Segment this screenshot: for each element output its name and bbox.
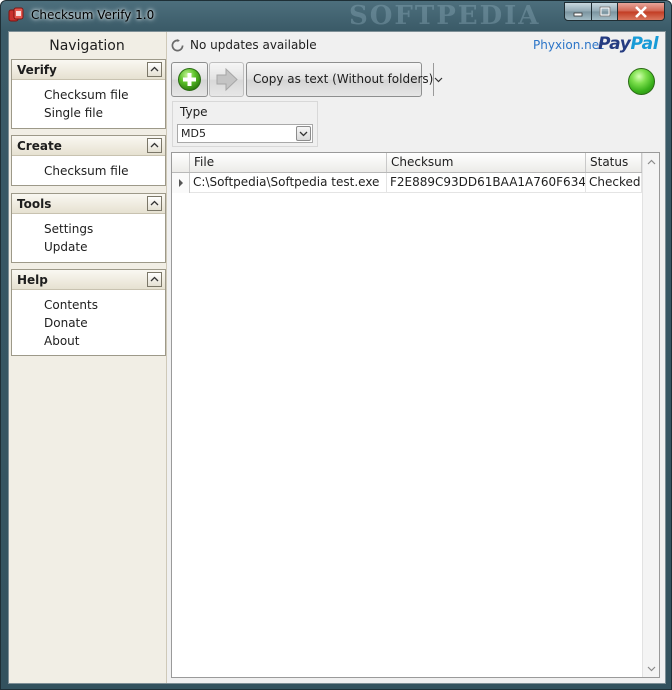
chevron-up-icon	[150, 276, 159, 282]
close-icon	[635, 5, 647, 18]
plus-circle-icon	[178, 68, 201, 91]
scroll-down-button[interactable]	[644, 661, 659, 676]
title-bar[interactable]: Checksum Verify 1.0 SOFTPEDIA	[1, 1, 671, 31]
collapse-button[interactable]	[147, 196, 162, 211]
watermark: SOFTPEDIA	[349, 1, 541, 31]
cell-status[interactable]: Checked	[586, 173, 642, 193]
vertical-scrollbar[interactable]	[642, 153, 659, 677]
nav-item-update[interactable]: Update	[44, 240, 87, 254]
grid-header: File Checksum Status	[172, 153, 642, 173]
nav-item-create-checksum-file[interactable]: Checksum file	[44, 164, 129, 178]
chevron-down-icon	[434, 77, 443, 82]
close-button[interactable]	[617, 2, 665, 21]
maximize-button[interactable]	[591, 2, 618, 21]
group-title: Tools	[17, 197, 52, 211]
column-header-file[interactable]: File	[190, 153, 387, 172]
checksum-grid: File Checksum Status C:\Softpedia\Softpe…	[171, 152, 660, 678]
add-button[interactable]	[171, 62, 208, 97]
group-header-create[interactable]: Create	[12, 136, 165, 156]
row-selector[interactable]	[172, 173, 190, 193]
chevron-down-icon	[299, 131, 308, 136]
main-panel: No updates available Phyxion.net PayPal …	[168, 32, 665, 683]
chevron-down-icon	[647, 666, 656, 671]
caret-right-icon	[178, 179, 183, 187]
group-create: Create Checksum file	[11, 135, 166, 186]
verify-go-button[interactable]	[209, 62, 244, 97]
navigation-title: Navigation	[49, 38, 125, 54]
navigation-panel: Navigation Verify Checksum file Single f…	[9, 32, 167, 683]
group-verify: Verify Checksum file Single file	[11, 59, 166, 129]
group-title: Help	[17, 273, 48, 287]
app-window: Checksum Verify 1.0 SOFTPEDIA Navigation…	[0, 0, 672, 690]
status-led-icon	[628, 68, 655, 95]
chevron-up-icon	[150, 142, 159, 148]
paypal-pay-text: Pay	[598, 34, 631, 54]
nav-item-verify-checksum-file[interactable]: Checksum file	[44, 88, 129, 102]
client-area: Navigation Verify Checksum file Single f…	[8, 31, 666, 684]
nav-item-verify-single-file[interactable]: Single file	[44, 106, 103, 120]
copy-as-text-button[interactable]: Copy as text (Without folders)	[246, 62, 443, 97]
cell-file[interactable]: C:\Softpedia\Softpedia test.exe	[190, 173, 387, 193]
collapse-button[interactable]	[147, 62, 162, 77]
nav-item-settings[interactable]: Settings	[44, 222, 93, 236]
chevron-up-icon	[150, 66, 159, 72]
arrow-right-icon	[216, 67, 238, 92]
phyxion-link[interactable]: Phyxion.net	[533, 38, 604, 52]
cell-checksum[interactable]: F2E889C93DD61BAA1A760F6347346…	[387, 173, 586, 193]
group-header-verify[interactable]: Verify	[12, 60, 165, 80]
minimize-button[interactable]	[564, 2, 592, 21]
group-tools: Tools Settings Update	[11, 193, 166, 263]
minimize-icon	[573, 12, 583, 16]
scroll-up-button[interactable]	[644, 154, 659, 169]
group-header-tools[interactable]: Tools	[12, 194, 165, 214]
nav-item-contents[interactable]: Contents	[44, 298, 98, 312]
type-group: Type MD5	[172, 101, 318, 147]
paypal-pal-text: Pal	[630, 34, 659, 54]
type-select[interactable]: MD5	[177, 124, 313, 143]
paypal-link[interactable]: PayPal	[598, 34, 659, 54]
chevron-up-icon	[647, 159, 656, 164]
column-header-checksum[interactable]: Checksum	[387, 153, 586, 172]
nav-item-about[interactable]: About	[44, 334, 79, 348]
column-header-status[interactable]: Status	[586, 153, 642, 172]
window-title: Checksum Verify 1.0	[31, 8, 155, 22]
refresh-icon	[171, 39, 184, 52]
status-row: No updates available Phyxion.net PayPal	[168, 32, 665, 56]
table-row[interactable]: C:\Softpedia\Softpedia test.exe F2E889C9…	[172, 173, 642, 193]
update-status-text: No updates available	[190, 38, 317, 52]
chevron-up-icon	[150, 200, 159, 206]
type-selected-value: MD5	[181, 127, 206, 140]
group-title: Create	[17, 139, 62, 153]
app-icon	[8, 7, 24, 22]
group-help: Help Contents Donate About	[11, 269, 166, 356]
type-dropdown-button[interactable]	[296, 126, 311, 141]
group-header-help[interactable]: Help	[12, 270, 165, 290]
type-label: Type	[180, 105, 208, 119]
group-title: Verify	[17, 63, 57, 77]
copy-options-dropdown[interactable]	[434, 63, 443, 96]
copy-as-text-label: Copy as text (Without folders)	[247, 63, 435, 96]
nav-item-donate[interactable]: Donate	[44, 316, 88, 330]
maximize-icon	[599, 6, 610, 17]
collapse-button[interactable]	[147, 138, 162, 153]
row-header-corner	[172, 153, 190, 172]
collapse-button[interactable]	[147, 272, 162, 287]
